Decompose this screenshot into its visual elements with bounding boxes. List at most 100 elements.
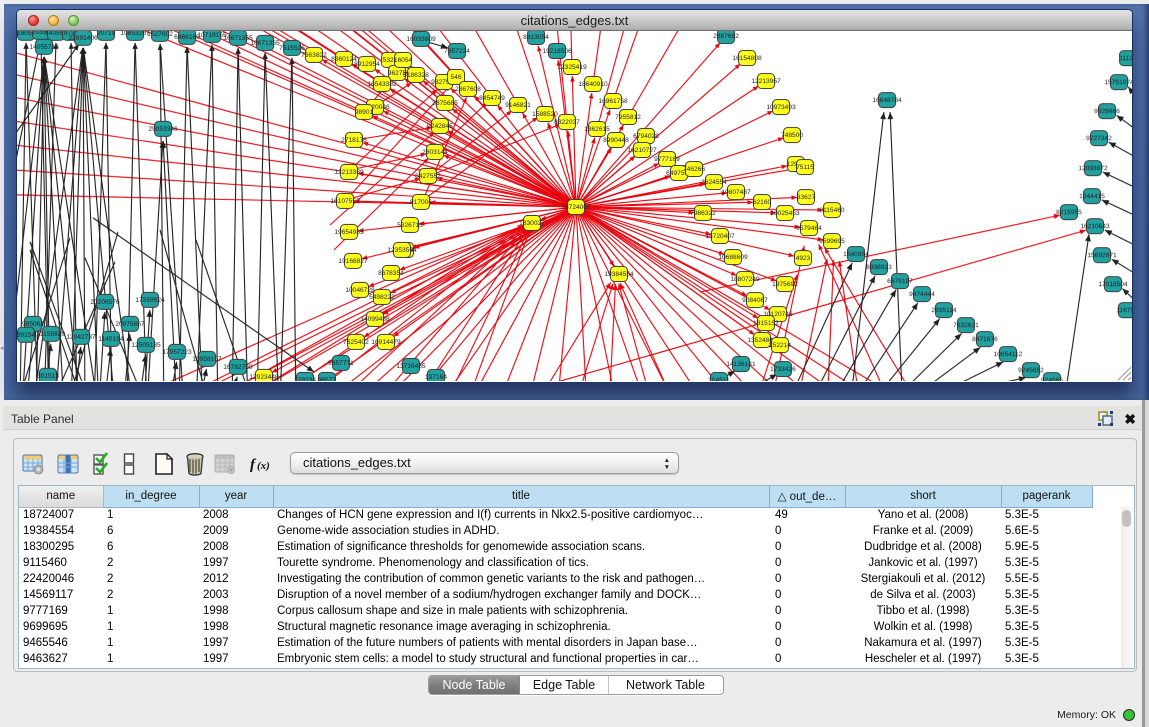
svg-text:(x): (x) [257, 460, 270, 472]
svg-text:17957223: 17957223 [162, 348, 192, 355]
svg-text:9329966: 9329966 [1094, 108, 1120, 115]
svg-text:16107552: 16107552 [330, 197, 360, 204]
svg-text:137164: 137164 [424, 373, 446, 380]
svg-text:1733426: 1733426 [770, 366, 796, 373]
svg-text:1830027: 1830027 [519, 219, 545, 226]
svg-text:7663822: 7663822 [301, 51, 327, 58]
svg-text:2867608: 2867608 [455, 85, 481, 92]
svg-text:8813054: 8813054 [523, 33, 549, 40]
svg-text:16054: 16054 [393, 56, 412, 63]
svg-text:14136141: 14136141 [726, 361, 756, 368]
svg-text:10025453: 10025453 [770, 210, 800, 217]
svg-text:6679197: 6679197 [887, 278, 913, 285]
svg-text:8938923: 8938923 [866, 264, 892, 271]
svg-text:2718176: 2718176 [341, 136, 367, 143]
svg-text:2803144: 2803144 [422, 148, 448, 155]
svg-text:9777169: 9777169 [654, 156, 680, 163]
svg-text:10688609: 10688609 [718, 254, 748, 261]
svg-text:19384554: 19384554 [604, 271, 634, 278]
svg-text:11127: 11127 [1119, 55, 1132, 62]
svg-text:1588520: 1588520 [532, 110, 558, 117]
svg-text:10807487: 10807487 [721, 189, 751, 196]
svg-text:12505135: 12505135 [131, 341, 161, 348]
svg-text:14099488: 14099488 [360, 315, 390, 322]
svg-text:7986322: 7986322 [690, 210, 716, 217]
svg-text:8186328: 8186328 [403, 71, 429, 78]
svg-text:16961758: 16961758 [598, 98, 628, 105]
svg-text:20975867: 20975867 [115, 320, 145, 327]
svg-text:75115: 75115 [796, 164, 814, 171]
svg-text:8678354: 8678354 [378, 269, 404, 276]
svg-text:9115460: 9115460 [819, 207, 845, 214]
svg-text:19654985: 19654985 [334, 228, 364, 235]
svg-text:39154: 39154 [17, 331, 35, 338]
svg-text:16543382: 16543382 [367, 80, 397, 87]
svg-text:15751074: 15751074 [1104, 79, 1132, 86]
svg-text:985061: 985061 [21, 320, 43, 327]
svg-text:12353594: 12353594 [387, 246, 417, 253]
svg-text:96577: 96577 [317, 376, 336, 380]
svg-text:10973493: 10973493 [766, 104, 796, 111]
svg-text:6794028: 6794028 [633, 133, 659, 140]
svg-text:18640910: 18640910 [578, 81, 608, 88]
svg-text:7357224: 7357224 [444, 47, 470, 54]
svg-text:3875685: 3875685 [432, 99, 458, 106]
svg-text:7955812: 7955812 [615, 114, 641, 121]
svg-text:817006: 817006 [409, 198, 431, 205]
svg-text:9657771: 9657771 [328, 359, 354, 366]
svg-text:116753: 116753 [1116, 307, 1132, 314]
svg-text:17016504: 17016504 [1098, 281, 1128, 288]
svg-text:18724007: 18724007 [561, 203, 591, 210]
svg-text:16210727: 16210727 [627, 147, 657, 154]
svg-text:9579464: 9579464 [796, 225, 822, 232]
svg-text:104511: 104511 [708, 377, 730, 381]
svg-text:8215955: 8215955 [1056, 209, 1082, 216]
svg-text:1527602: 1527602 [147, 31, 173, 38]
svg-text:1145194: 1145194 [98, 335, 124, 342]
svg-text:19166827: 19166827 [338, 257, 368, 264]
svg-text:9474444: 9474444 [909, 291, 935, 298]
svg-text:5326713: 5326713 [397, 221, 423, 228]
svg-text:62160: 62160 [752, 199, 771, 206]
svg-text:15720407: 15720407 [705, 233, 735, 240]
svg-text:252214: 252214 [768, 342, 790, 349]
svg-text:12325419: 12325419 [557, 63, 587, 70]
svg-text:12093872: 12093872 [1078, 165, 1108, 172]
svg-text:7632621: 7632621 [953, 322, 979, 329]
svg-text:9227342: 9227342 [1086, 135, 1112, 142]
svg-text:10853267: 10853267 [120, 31, 150, 37]
svg-text:33627: 33627 [796, 194, 815, 201]
svg-text:29053346: 29053346 [148, 125, 178, 132]
svg-text:8322037: 8322037 [554, 118, 580, 125]
svg-text:19218506: 19218506 [542, 47, 572, 54]
svg-text:10671355: 10671355 [250, 39, 280, 46]
svg-text:5498222: 5498222 [369, 293, 395, 300]
svg-text:15692971: 15692971 [1087, 252, 1117, 259]
svg-text:f: f [250, 457, 257, 473]
svg-text:391513: 391513 [36, 372, 58, 379]
svg-text:6466160: 6466160 [174, 33, 200, 40]
svg-text:9599695: 9599695 [819, 238, 845, 245]
svg-text:1975692: 1975692 [772, 281, 798, 288]
svg-text:8427552: 8427552 [415, 172, 441, 179]
svg-text:7515526: 7515526 [279, 44, 305, 51]
svg-text:16914479: 16914479 [371, 338, 401, 345]
svg-text:12923448: 12923448 [249, 373, 279, 380]
svg-text:748500: 748500 [781, 132, 803, 139]
svg-text:12213967: 12213967 [751, 78, 781, 85]
svg-text:1362615: 1362615 [584, 126, 610, 133]
svg-text:7625402: 7625402 [343, 338, 369, 345]
svg-text:16033809: 16033809 [406, 35, 436, 42]
svg-text:16671355: 16671355 [223, 34, 253, 41]
svg-text:2887682: 2887682 [713, 33, 739, 40]
svg-text:16648784: 16648784 [872, 97, 902, 104]
svg-text:12213389: 12213389 [334, 168, 364, 175]
svg-text:16210643: 16210643 [1080, 223, 1110, 230]
svg-text:17359924: 17359924 [135, 296, 165, 303]
svg-text:9146821: 9146821 [505, 101, 531, 108]
svg-text:10958107: 10958107 [192, 355, 222, 362]
svg-text:1640954: 1640954 [843, 251, 869, 258]
svg-text:1244415: 1244415 [1079, 193, 1105, 200]
svg-text:22691406: 22691406 [68, 34, 98, 41]
svg-text:18807249: 18807249 [730, 276, 760, 283]
